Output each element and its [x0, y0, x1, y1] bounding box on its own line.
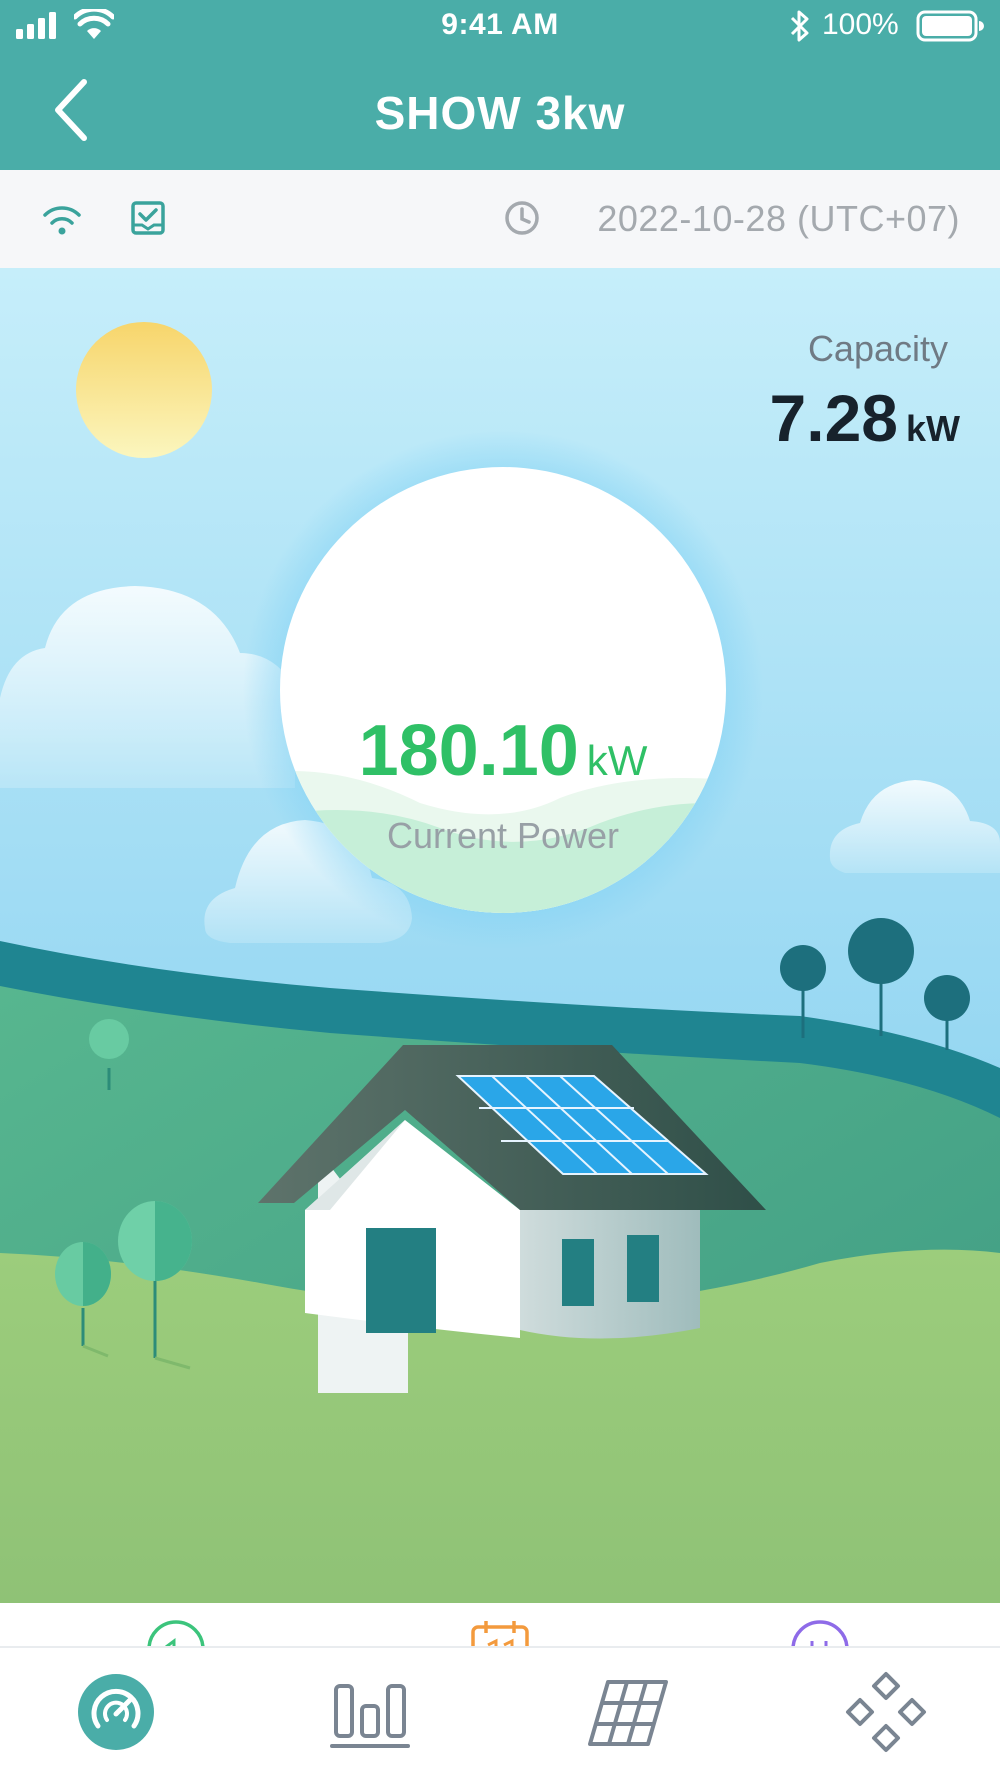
battery-icon [916, 10, 984, 42]
tab-solar-panel[interactable] [586, 1670, 670, 1754]
scene-illustration [0, 268, 1000, 1603]
quick-actions-strip [0, 1603, 1000, 1646]
solar-panel-icon [588, 1680, 668, 1746]
current-power-label: Current Power [386, 815, 620, 856]
clock-icon [505, 201, 539, 235]
calendar-icon[interactable] [470, 1619, 530, 1646]
capacity-value: 7.28 kW [770, 380, 960, 456]
bottom-tab-bar [0, 1646, 1000, 1778]
info-strip: 2022-10-28 (UTC+07) [0, 170, 1000, 268]
tab-devices[interactable] [844, 1670, 928, 1754]
top-bar: 9:41 AM 100% SHOW 3kw [0, 0, 1000, 170]
page-title: SHOW 3kw [374, 87, 626, 139]
capacity-unit: kW [906, 408, 960, 449]
green-circle-icon[interactable] [146, 1619, 206, 1646]
current-power-value: 180.10 kW [280, 710, 726, 792]
current-power-number: 180.10 [358, 711, 579, 791]
solar-scene: Capacity 7.28 kW 180.10 kW Current Power [0, 268, 1000, 1603]
tab-overview[interactable] [74, 1670, 158, 1754]
report-icon[interactable] [128, 198, 168, 238]
date-timezone: 2022-10-28 (UTC+07) [597, 198, 960, 239]
sun [76, 322, 212, 458]
status-bar: 9:41 AM 100% [0, 0, 1000, 52]
navigation-bar: SHOW 3kw [0, 52, 1000, 170]
bluetooth-icon [790, 10, 809, 42]
wifi-icon[interactable] [40, 198, 84, 238]
purple-circle-icon[interactable] [790, 1619, 850, 1646]
speedometer-icon [78, 1674, 154, 1750]
grid-diamond-icon [846, 1672, 926, 1752]
battery-percentage: 100% [822, 8, 899, 41]
capacity-label: Capacity [807, 328, 948, 369]
current-power-unit: kW [586, 737, 648, 784]
tab-statistics[interactable] [328, 1670, 412, 1754]
bar-chart-icon [330, 1684, 410, 1748]
capacity-number: 7.28 [769, 381, 898, 455]
